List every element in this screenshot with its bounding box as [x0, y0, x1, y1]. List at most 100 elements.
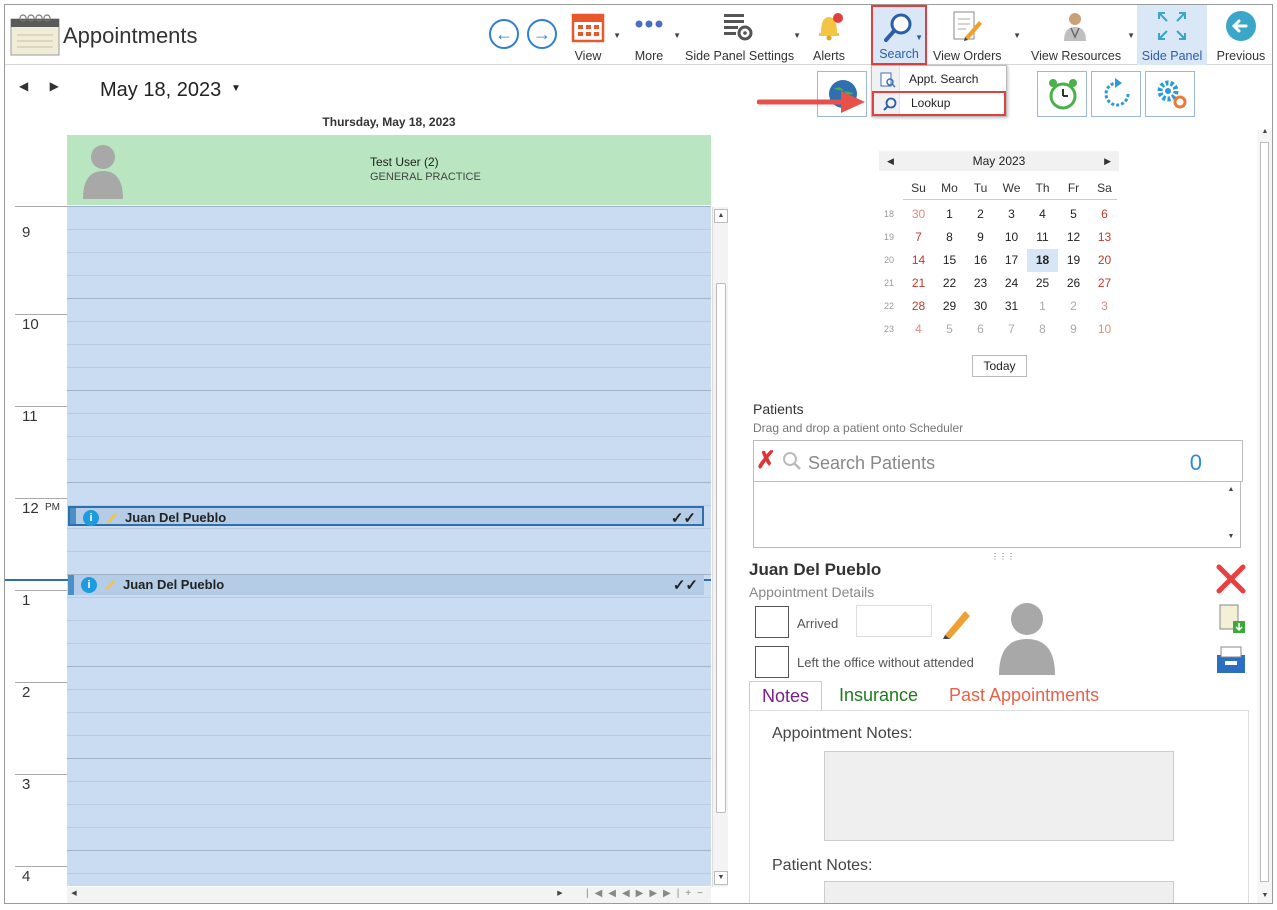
calendar-day[interactable]: 3 [1089, 295, 1120, 318]
today-button[interactable]: Today [972, 355, 1027, 377]
calendar-day[interactable]: 1 [1027, 295, 1058, 318]
calendar-day[interactable]: 14 [903, 249, 934, 272]
pager-controls[interactable]: |◀◀◀▶▶▶|+− [586, 888, 709, 899]
search-dropdown-icon[interactable]: ▼ [915, 33, 923, 42]
calendar-day[interactable]: 7 [903, 226, 934, 249]
calendar-day[interactable]: 2 [965, 203, 996, 226]
appointment-block[interactable]: i Juan Del Pueblo ✓✓ [68, 575, 704, 595]
scheduler-horizontal-scrollbar[interactable]: ◀ ▶ |◀◀◀▶▶▶|+− [67, 887, 711, 903]
patient-notes-field[interactable] [824, 881, 1174, 903]
date-dropdown-icon[interactable]: ▼ [231, 83, 241, 94]
calendar-day[interactable]: 21 [903, 272, 934, 295]
calendar-day[interactable]: 24 [996, 272, 1027, 295]
calendar-day[interactable]: 18 [1027, 249, 1058, 272]
calendar-day[interactable]: 20 [1089, 249, 1120, 272]
view-dropdown-icon[interactable]: ▼ [613, 31, 621, 40]
calendar-day[interactable]: 9 [1058, 318, 1089, 341]
info-icon[interactable]: i [83, 510, 99, 526]
patient-list[interactable]: ▲ ▼ [753, 482, 1241, 548]
calendar-day[interactable]: 13 [1089, 226, 1120, 249]
side-scroll-up-icon[interactable]: ▲ [1258, 126, 1272, 140]
clear-icon[interactable]: ✗ [756, 449, 778, 473]
more-button[interactable]: More ▼ [629, 5, 681, 65]
arrived-checkbox[interactable] [755, 606, 789, 638]
calendar-day[interactable]: 4 [903, 318, 934, 341]
calendar-day[interactable]: 28 [903, 295, 934, 318]
calendar-day[interactable]: 8 [934, 226, 965, 249]
menu-item-appt-search[interactable]: Appt. Search [872, 68, 1006, 91]
forward-arrow-button[interactable]: → [527, 19, 557, 49]
next-month-icon[interactable]: ▶ [1104, 151, 1111, 171]
side-scroll-thumb[interactable] [1260, 142, 1269, 882]
calendar-day[interactable]: 29 [934, 295, 965, 318]
alarm-clock-button[interactable] [1037, 71, 1087, 117]
calendar-day[interactable]: 16 [965, 249, 996, 272]
calendar-day[interactable]: 6 [965, 318, 996, 341]
calendar-day[interactable]: 30 [903, 203, 934, 226]
calendar-day[interactable]: 15 [934, 249, 965, 272]
calendar-day[interactable]: 11 [1027, 226, 1058, 249]
side-panel-button[interactable]: Side Panel [1137, 5, 1207, 65]
calendar-day[interactable]: 1 [934, 203, 965, 226]
view-resources-dropdown-icon[interactable]: ▼ [1127, 31, 1135, 40]
tab-insurance[interactable]: Insurance [827, 681, 930, 711]
current-date[interactable]: May 18, 2023 [100, 79, 221, 102]
calendar-day[interactable]: 8 [1027, 318, 1058, 341]
menu-item-lookup[interactable]: Lookup [872, 91, 1006, 116]
scroll-down-icon[interactable]: ▼ [714, 871, 728, 885]
view-orders-button[interactable]: View Orders ▼ [933, 5, 1021, 65]
list-scroll-up-icon[interactable]: ▲ [1224, 484, 1238, 498]
time-slot-grid[interactable] [67, 206, 711, 886]
calendar-day[interactable]: 23 [965, 272, 996, 295]
side-panel-settings-dropdown-icon[interactable]: ▼ [793, 31, 801, 40]
calendar-day[interactable]: 10 [996, 226, 1027, 249]
calendar-day[interactable]: 26 [1058, 272, 1089, 295]
view-orders-dropdown-icon[interactable]: ▼ [1013, 31, 1021, 40]
scroll-right-icon[interactable]: ▶ [553, 888, 567, 902]
side-panel-settings-button[interactable]: Side Panel Settings ▼ [685, 5, 801, 65]
settings-button[interactable] [1145, 71, 1195, 117]
pencil-edit-icon[interactable] [941, 605, 975, 639]
calendar-day[interactable]: 2 [1058, 295, 1089, 318]
calendar-day[interactable]: 10 [1089, 318, 1120, 341]
side-scroll-down-icon[interactable]: ▼ [1258, 890, 1272, 903]
arrived-time-field[interactable] [856, 605, 932, 637]
splitter-grip[interactable]: ⋮⋮⋮ [991, 552, 1015, 561]
scheduler-vertical-scrollbar[interactable]: ▲ ▼ [712, 207, 728, 887]
prev-month-icon[interactable]: ◀ [887, 151, 894, 171]
back-arrow-button[interactable]: ← [489, 19, 519, 49]
calendar-day[interactable]: 31 [996, 295, 1027, 318]
info-icon[interactable]: i [81, 577, 97, 593]
cancel-x-icon[interactable] [1215, 563, 1247, 595]
calendar-day[interactable]: 6 [1089, 203, 1120, 226]
scroll-thumb[interactable] [716, 283, 726, 813]
scroll-up-icon[interactable]: ▲ [714, 209, 728, 223]
alerts-button[interactable]: Alerts [811, 5, 847, 65]
calendar-day[interactable]: 17 [996, 249, 1027, 272]
refresh-button[interactable] [1091, 71, 1141, 117]
calendar-day[interactable]: 25 [1027, 272, 1058, 295]
patient-search-field[interactable]: ✗ Search Patients 0 [753, 440, 1243, 482]
calendar-day[interactable]: 30 [965, 295, 996, 318]
more-dropdown-icon[interactable]: ▼ [673, 31, 681, 40]
prev-day-icon[interactable]: ◀ [19, 79, 28, 93]
scroll-left-icon[interactable]: ◀ [67, 888, 81, 902]
calendar-day[interactable]: 5 [1058, 203, 1089, 226]
side-panel-scrollbar[interactable]: ▲ ▼ [1257, 128, 1272, 903]
calendar-day[interactable]: 27 [1089, 272, 1120, 295]
list-scroll-down-icon[interactable]: ▼ [1224, 531, 1238, 545]
calendar-day[interactable]: 5 [934, 318, 965, 341]
search-button[interactable]: Search ▼ [871, 5, 927, 65]
calendar-day[interactable]: 3 [996, 203, 1027, 226]
appointment-block[interactable]: i Juan Del Pueblo ✓✓ [68, 506, 704, 527]
calendar-day[interactable]: 9 [965, 226, 996, 249]
calendar-day[interactable]: 19 [1058, 249, 1089, 272]
left-office-checkbox[interactable] [755, 646, 789, 678]
document-download-icon[interactable] [1217, 603, 1247, 635]
previous-button[interactable]: Previous [1213, 5, 1269, 65]
view-resources-button[interactable]: View Resources ▼ [1031, 5, 1135, 65]
calendar-day[interactable]: 7 [996, 318, 1027, 341]
calendar-day[interactable]: 4 [1027, 203, 1058, 226]
archive-tray-icon[interactable] [1215, 645, 1247, 675]
tab-notes[interactable]: Notes [749, 681, 823, 711]
